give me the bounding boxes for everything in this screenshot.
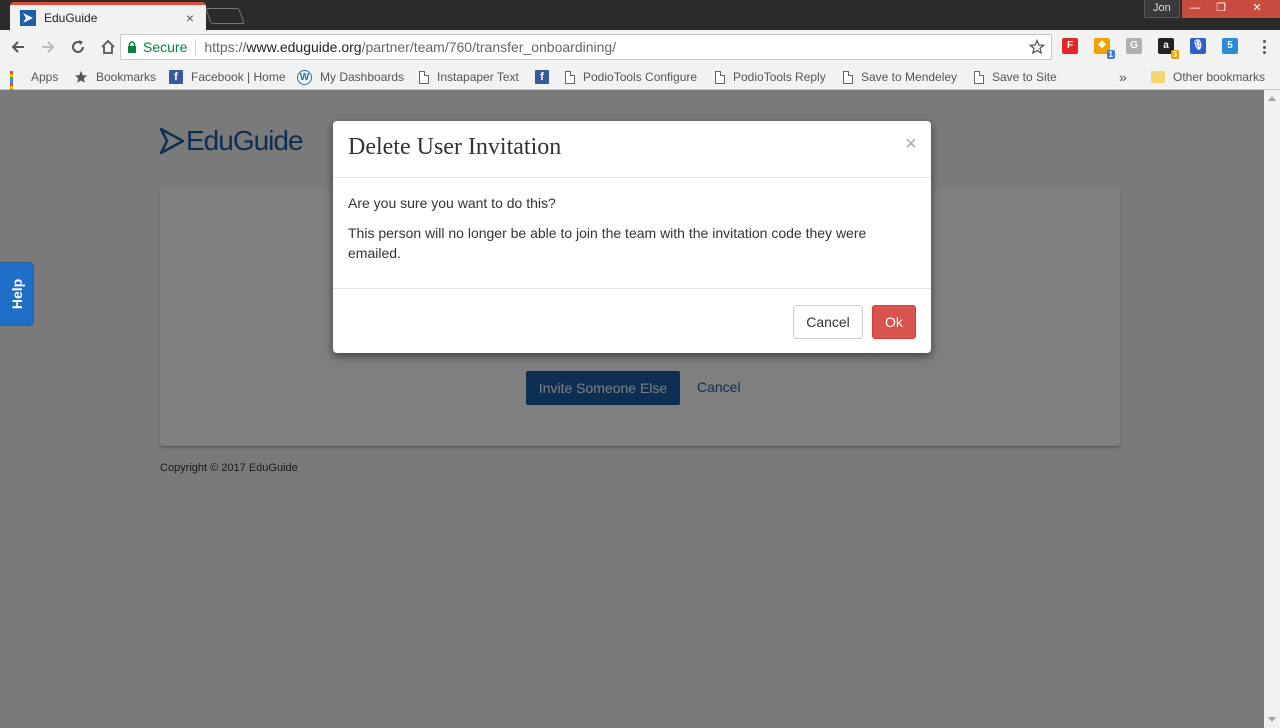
url-scheme: https:// bbox=[204, 39, 247, 55]
bookmark-star-icon[interactable] bbox=[1029, 39, 1045, 55]
help-tab[interactable]: Help bbox=[0, 263, 33, 325]
bookmark-save-to-mendeley[interactable]: Save to Mendeley bbox=[843, 68, 957, 86]
new-tab-button[interactable] bbox=[205, 8, 245, 24]
bookmark-my-dashboards[interactable]: W My Dashboards bbox=[297, 68, 404, 86]
profile-button[interactable]: Jon bbox=[1144, 0, 1180, 18]
minimize-button[interactable]: — bbox=[1182, 0, 1208, 18]
bookmark-save-to-mendeley-label: Save to Mendeley bbox=[861, 70, 958, 84]
url-host: www.eduguide.org bbox=[246, 39, 362, 55]
bookmark-apps[interactable]: Apps bbox=[10, 68, 59, 98]
bookmarks-bar: Apps Bookmarks f Facebook | Home W My Da… bbox=[0, 64, 1280, 98]
bookmarks-overflow-button[interactable]: » bbox=[1119, 68, 1127, 86]
bookmark-podiotools-reply[interactable]: PodioTools Reply bbox=[715, 68, 826, 86]
address-bar[interactable]: Secure https://www.eduguide.org/partner/… bbox=[120, 34, 1052, 60]
rss-extension-icon[interactable]: ❖ 1 bbox=[1094, 38, 1115, 59]
tab-close-icon[interactable]: × bbox=[182, 10, 198, 26]
url-path: /partner/team/760/transfer_onboardining/ bbox=[361, 39, 617, 55]
bookmark-bookmarks[interactable]: Bookmarks bbox=[74, 68, 156, 86]
amazon-extension-icon[interactable]: a3 bbox=[1158, 38, 1179, 59]
bookmark-save-to-site[interactable]: Save to Site bbox=[974, 68, 1057, 86]
reload-button[interactable] bbox=[64, 33, 92, 61]
bookmark-podiotools-configure-label: PodioTools Configure bbox=[583, 70, 698, 84]
page-icon bbox=[419, 70, 429, 84]
home-icon bbox=[101, 39, 115, 54]
modal-header: Delete User Invitation × bbox=[333, 121, 931, 178]
scroll-up-arrow-icon[interactable] bbox=[1268, 96, 1276, 101]
bookmark-facebook-home[interactable]: f Facebook | Home bbox=[169, 68, 286, 86]
folder-icon bbox=[1151, 71, 1165, 83]
back-arrow-icon bbox=[11, 41, 24, 53]
bookmark-podiotools-reply-label: PodioTools Reply bbox=[733, 70, 826, 84]
modal-title: Delete User Invitation bbox=[348, 134, 562, 160]
modal-ok-button[interactable]: Ok bbox=[872, 305, 916, 339]
url-text[interactable]: https://www.eduguide.org/partner/team/76… bbox=[204, 39, 1029, 55]
window-close-button[interactable]: ✕ bbox=[1234, 0, 1280, 18]
bookmark-podiotools-configure[interactable]: PodioTools Configure bbox=[565, 68, 701, 86]
modal-question: Are you sure you want to do this? bbox=[348, 195, 556, 211]
page-icon bbox=[565, 70, 575, 84]
browser-toolbar: Secure https://www.eduguide.org/partner/… bbox=[0, 30, 1280, 64]
modal-detail: This person will no longer be able to jo… bbox=[348, 225, 867, 261]
facebook-icon: f bbox=[535, 70, 549, 84]
home-button[interactable] bbox=[94, 33, 122, 61]
apps-grid-icon bbox=[10, 70, 23, 98]
restore-button[interactable]: ❐ bbox=[1208, 0, 1234, 18]
delete-invitation-modal: Delete User Invitation × Are you sure yo… bbox=[333, 121, 931, 353]
extension-badge: 1 bbox=[1106, 50, 1115, 59]
modal-body: Are you sure you want to do this? This p… bbox=[348, 193, 916, 273]
bookmark-bookmarks-label: Bookmarks bbox=[96, 70, 157, 84]
bookmark-facebook-2[interactable]: f bbox=[535, 68, 557, 86]
microphone-extension-icon[interactable]: 🎙 bbox=[1190, 38, 1206, 54]
bookmark-facebook-home-label: Facebook | Home bbox=[191, 70, 286, 84]
bookmark-other-bookmarks-label: Other bookmarks bbox=[1173, 70, 1266, 84]
tab-title: EduGuide bbox=[44, 10, 98, 25]
modal-cancel-button[interactable]: Cancel bbox=[793, 305, 863, 339]
bookmark-save-to-site-label: Save to Site bbox=[992, 70, 1057, 84]
extension-badge: 3 bbox=[1170, 50, 1179, 59]
page-icon bbox=[843, 70, 853, 84]
star-filled-icon bbox=[74, 70, 88, 83]
forward-button[interactable] bbox=[34, 33, 62, 61]
page-icon bbox=[715, 70, 725, 84]
page-scrollbar[interactable] bbox=[1264, 90, 1280, 728]
page-icon bbox=[974, 70, 984, 84]
bookmark-my-dashboards-label: My Dashboards bbox=[320, 70, 405, 84]
browser-tab-active[interactable]: EduGuide × bbox=[10, 2, 206, 30]
g-extension-icon[interactable]: G bbox=[1126, 38, 1142, 54]
eduguide-favicon-icon bbox=[20, 9, 36, 26]
modal-close-icon[interactable]: × bbox=[903, 133, 919, 156]
browser-menu-icon[interactable] bbox=[1256, 38, 1272, 56]
bookmark-other-bookmarks[interactable]: Other bookmarks bbox=[1151, 68, 1265, 86]
bookmark-apps-label: Apps bbox=[31, 70, 59, 84]
lock-icon bbox=[128, 41, 136, 53]
five-extension-icon[interactable]: 5 bbox=[1222, 38, 1238, 54]
scroll-down-arrow-icon[interactable] bbox=[1268, 717, 1276, 722]
modal-footer: Cancel Ok bbox=[333, 288, 931, 353]
flipboard-extension-icon[interactable]: F bbox=[1062, 38, 1078, 54]
secure-label: Secure bbox=[143, 39, 197, 55]
bookmark-instapaper[interactable]: Instapaper Text bbox=[419, 68, 519, 86]
back-button[interactable] bbox=[4, 33, 32, 61]
bookmark-instapaper-label: Instapaper Text bbox=[437, 70, 519, 84]
facebook-icon: f bbox=[169, 70, 183, 84]
browser-titlebar: EduGuide × Jon — ❐ ✕ bbox=[0, 0, 1280, 30]
wordpress-icon: W bbox=[297, 69, 312, 85]
reload-icon bbox=[72, 40, 84, 53]
help-tab-label: Help bbox=[8, 278, 25, 310]
forward-arrow-icon bbox=[42, 41, 55, 53]
